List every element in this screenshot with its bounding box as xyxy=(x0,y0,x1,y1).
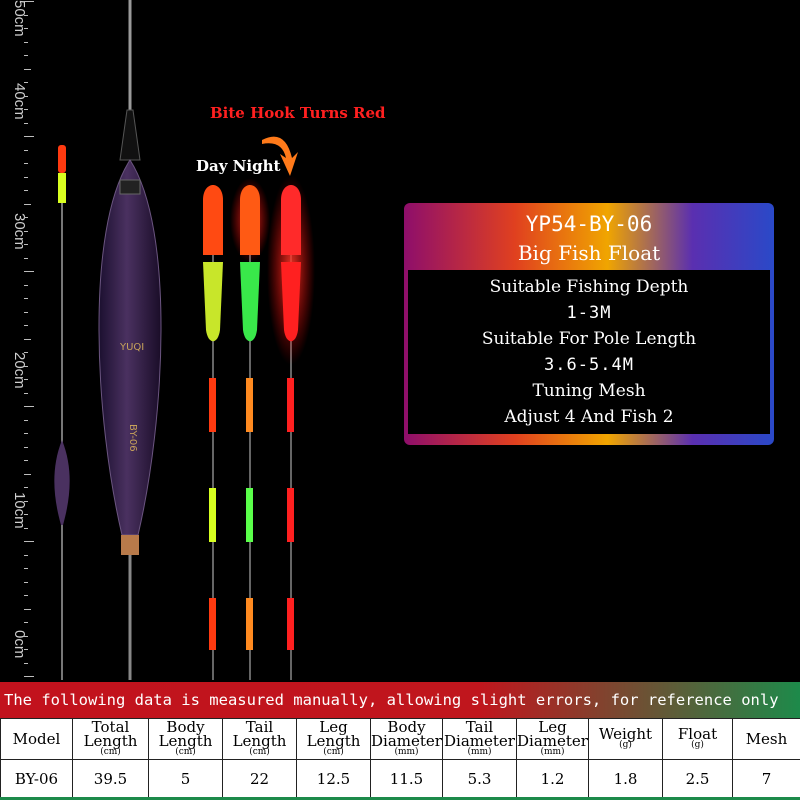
column-header: Float (g) xyxy=(662,718,733,760)
column-header-label: Mesh xyxy=(745,729,788,748)
side-float-tip xyxy=(58,145,66,173)
column-header: Model xyxy=(0,718,73,760)
column-header-label: Total Length xyxy=(83,718,138,751)
table-cell: 5 xyxy=(148,758,223,800)
column-unit: (g) xyxy=(691,740,704,751)
spec-line: Tuning Mesh xyxy=(532,381,646,401)
table-cell: 11.5 xyxy=(370,758,443,800)
float-ring xyxy=(121,535,139,555)
spec-line: 1-3M xyxy=(566,303,612,323)
table-cell: 7 xyxy=(732,758,800,800)
column-header: Body Length (cm) xyxy=(148,718,223,760)
bite-float xyxy=(267,175,315,680)
table-cell: 1.8 xyxy=(588,758,663,800)
table-cell: 1.2 xyxy=(516,758,589,800)
table-cell: 39.5 xyxy=(72,758,149,800)
info-panel: YP54-BY-06 Big Fish Float Suitable Fishi… xyxy=(404,203,774,445)
product-name: Big Fish Float xyxy=(517,241,661,265)
spec-line: 3.6-5.4M xyxy=(544,355,634,375)
night-float xyxy=(230,178,270,680)
side-float-body xyxy=(54,440,70,525)
column-header-label: Body Diameter xyxy=(371,718,442,751)
column-header: Leg Diameter (mm) xyxy=(516,718,589,760)
bite-callout: Bite Hook Turns Red xyxy=(210,104,386,122)
spec-line: Adjust 4 And Fish 2 xyxy=(504,407,674,427)
float-brand-mark: YUQI xyxy=(119,342,144,353)
table-cell: 22 xyxy=(222,758,297,800)
column-header-label: Tail Length xyxy=(232,718,287,751)
spec-line: Suitable For Pole Length xyxy=(481,329,697,349)
table-row: BY-06 39.5 5 22 12.5 11.5 5.3 1.2 1.8 2.5 7 xyxy=(0,758,800,800)
column-header-label: Model xyxy=(12,729,61,748)
spec-table: Model Total Length (cm) Body Length (cm) Tail… xyxy=(0,718,800,800)
float-model-mark: BY-06 xyxy=(127,424,138,452)
float-collar xyxy=(119,179,141,195)
column-header-label: Body Length xyxy=(158,718,213,751)
table-cell: 5.3 xyxy=(442,758,517,800)
measurement-notice: The following data is measured manually,… xyxy=(0,682,800,718)
table-cell: 12.5 xyxy=(296,758,371,800)
rod-taper xyxy=(119,109,141,161)
product-image: 50cm 40cm 30cm 20cm 10cm 0cm YUQI BY-06 … xyxy=(0,0,800,680)
column-header: Weight (g) xyxy=(588,718,663,760)
day-float xyxy=(203,185,223,680)
column-header-label: Leg Diameter xyxy=(517,718,588,751)
product-code: YP54-BY-06 xyxy=(525,212,653,236)
panel-header: YP54-BY-06 Big Fish Float xyxy=(404,203,774,269)
table-header-row: Model Total Length (cm) Body Length (cm) Tail… xyxy=(0,718,800,760)
spec-line: Suitable Fishing Depth xyxy=(489,277,689,297)
panel-specs: Suitable Fishing Depth 1-3M Suitable For… xyxy=(408,270,770,434)
column-header: Total Length (cm) xyxy=(72,718,149,760)
column-header: Tail Diameter (mm) xyxy=(442,718,517,760)
day-night-callout: Day Night xyxy=(196,157,281,175)
column-header-label: Leg Length xyxy=(306,718,361,751)
column-header: Tail Length (cm) xyxy=(222,718,297,760)
column-header: Body Diameter (mm) xyxy=(370,718,443,760)
table-cell: 2.5 xyxy=(662,758,733,800)
column-header: Leg Length (cm) xyxy=(296,718,371,760)
column-header: Mesh xyxy=(732,718,800,760)
table-cell: BY-06 xyxy=(0,758,73,800)
column-header-label: Tail Diameter xyxy=(444,718,515,751)
